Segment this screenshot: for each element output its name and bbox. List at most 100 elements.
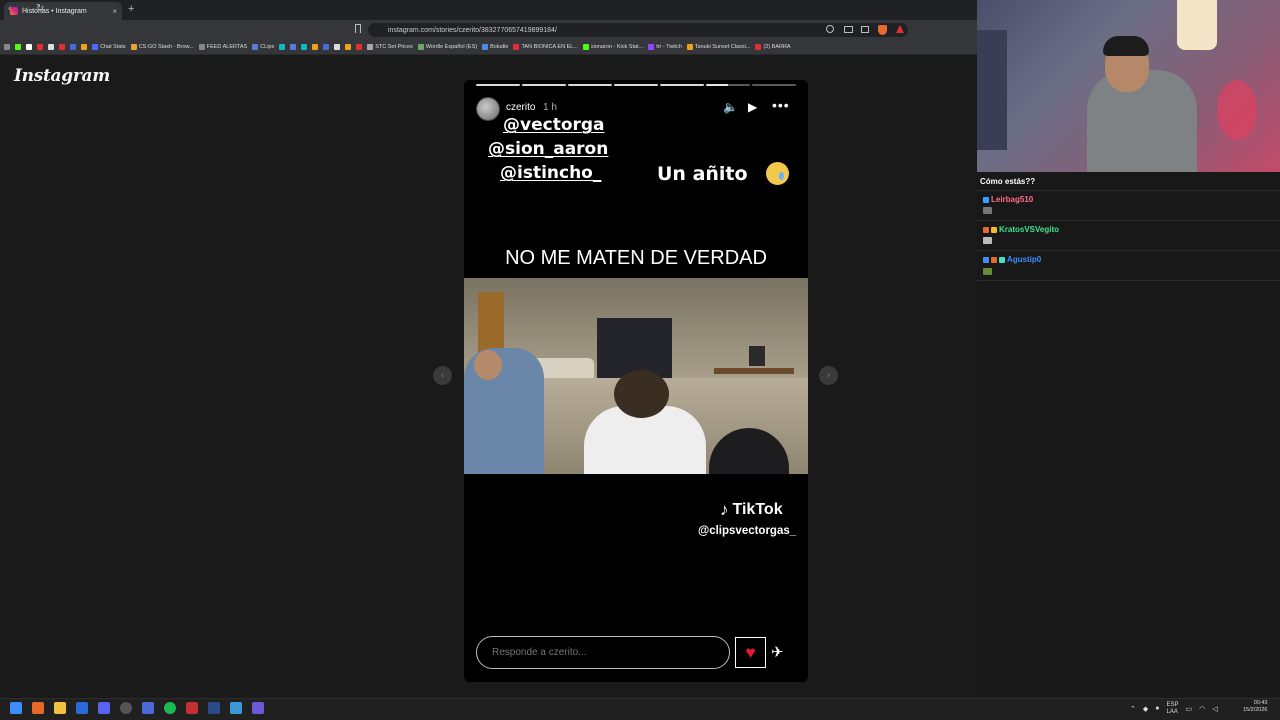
- previous-story-button[interactable]: ‹: [433, 366, 452, 385]
- story-video[interactable]: [464, 278, 808, 474]
- bookmark-icon-13[interactable]: [345, 44, 352, 50]
- app-taskbar-icon[interactable]: [142, 702, 154, 714]
- bookmark-icon-9[interactable]: [301, 44, 308, 50]
- back-icon[interactable]: ‹: [8, 3, 11, 14]
- more-options-icon[interactable]: •••: [772, 97, 790, 113]
- webcam-red-light: [1217, 80, 1257, 140]
- bookmark-tanuki-sunset[interactable]: Tanuki Sunset Classi...: [686, 44, 750, 50]
- send-icon[interactable]: ✈: [771, 643, 784, 661]
- bookmark-icon-5[interactable]: [70, 44, 76, 50]
- chat-emote: [983, 207, 992, 214]
- bookmark-icon-6[interactable]: [81, 44, 87, 50]
- volume-icon[interactable]: ◁: [1212, 705, 1217, 713]
- page-scrollbar[interactable]: [0, 690, 1280, 698]
- bookmark-icon-11[interactable]: [323, 44, 330, 50]
- mention-tag[interactable]: @vectorga: [503, 115, 605, 135]
- bookmark-csgo-stash[interactable]: CS:GO Stash - Brow...: [130, 44, 194, 50]
- display-icon[interactable]: ▭: [1186, 705, 1193, 713]
- like-button[interactable]: ♥: [735, 637, 766, 668]
- video-desk: [714, 368, 794, 374]
- badge-icon: [999, 256, 1005, 263]
- obs-taskbar-icon[interactable]: [120, 702, 132, 714]
- bookmark-icon-1[interactable]: [26, 44, 32, 50]
- tiktok-icon: ♪: [720, 500, 729, 519]
- bookmark-icon-14[interactable]: [356, 44, 363, 50]
- badge-icon: [983, 226, 989, 233]
- tab-title: Historias • Instagram: [22, 7, 87, 15]
- mic-icon[interactable]: ●: [1155, 705, 1159, 712]
- bookmark-icon-kick[interactable]: [15, 44, 21, 50]
- chevron-up-icon[interactable]: ⌃: [1130, 705, 1136, 713]
- brave-taskbar-icon[interactable]: [32, 702, 44, 714]
- story-caption: Un añito: [657, 163, 748, 185]
- app4-taskbar-icon[interactable]: [230, 702, 242, 714]
- story-headline: NO ME MATEN DE VERDAD: [505, 247, 767, 269]
- chat-divider: [977, 280, 1280, 281]
- start-icon[interactable]: [10, 702, 22, 714]
- chat-emote: [983, 268, 992, 275]
- story-progress-bar: [476, 84, 796, 86]
- chat-user: Agustip0: [1007, 255, 1042, 264]
- bookmark-trr-twitch[interactable]: trr - Twitch: [648, 44, 682, 50]
- bookmark-sionaron-kick[interactable]: sionaron - Kick Stat...: [582, 44, 643, 50]
- instagram-logo[interactable]: Instagram: [14, 66, 110, 86]
- reply-input[interactable]: [476, 636, 730, 669]
- bookmark-icon-7[interactable]: [279, 44, 286, 50]
- cast-icon[interactable]: [844, 26, 853, 33]
- forward-icon[interactable]: ›: [22, 3, 25, 14]
- apps-icon[interactable]: [4, 44, 10, 50]
- bookmark-feed-alertas[interactable]: FEED ALERTAS: [198, 44, 247, 50]
- discord-taskbar-icon[interactable]: [98, 702, 110, 714]
- progress-segment: [476, 84, 520, 86]
- bookmark-icon[interactable]: [355, 24, 361, 33]
- progress-segment: [706, 84, 750, 86]
- bookmark-icon-3[interactable]: [48, 44, 54, 50]
- reload-icon[interactable]: ↻: [36, 3, 44, 14]
- badge-icon: [983, 256, 989, 263]
- bookmark-icon-12[interactable]: [334, 44, 341, 50]
- new-tab-icon[interactable]: +: [128, 3, 134, 15]
- bookmark-icon-8[interactable]: [290, 44, 297, 50]
- explorer-taskbar-icon[interactable]: [54, 702, 66, 714]
- play-icon[interactable]: ▶: [748, 100, 757, 114]
- wifi-icon[interactable]: ◠: [1199, 705, 1205, 713]
- chat-user: Leirbag510: [991, 195, 1034, 204]
- network-icon[interactable]: ◆: [1143, 705, 1148, 713]
- next-story-button[interactable]: ›: [819, 366, 838, 385]
- headset-icon: [1103, 36, 1149, 56]
- bookmark-clips[interactable]: CLips: [252, 44, 274, 50]
- share-icon[interactable]: [861, 26, 869, 33]
- bookmark-stc-set-prices[interactable]: STC Set Prices: [367, 44, 413, 50]
- mute-icon[interactable]: 🔈: [723, 100, 738, 114]
- language-indicator[interactable]: ESP LAA: [1167, 702, 1179, 715]
- bookmark-icon-4[interactable]: [59, 44, 65, 50]
- url-text: instagram.com/stories/czerito/3832770657…: [388, 26, 557, 34]
- avatar[interactable]: [476, 97, 500, 121]
- bookmark-boludle[interactable]: Boludle: [482, 44, 508, 50]
- steam-taskbar-icon[interactable]: [76, 702, 88, 714]
- brave-shield-icon[interactable]: [878, 25, 887, 35]
- bookmark-chat-stats[interactable]: Chat Stats: [92, 44, 126, 50]
- badge-icon: [991, 256, 997, 263]
- app2-taskbar-icon[interactable]: [186, 702, 198, 714]
- app3-taskbar-icon[interactable]: [208, 702, 220, 714]
- close-tab-icon[interactable]: ×: [112, 7, 117, 16]
- bookmark-icon-2[interactable]: [37, 44, 43, 50]
- taskbar-clock[interactable]: 00:43 15/2/2026: [1243, 700, 1267, 714]
- app5-taskbar-icon[interactable]: [252, 702, 264, 714]
- mention-tag[interactable]: @istincho_: [500, 163, 601, 183]
- bookmark-wordle[interactable]: Wordle Español (ES): [417, 44, 477, 50]
- chat-divider: [977, 190, 1280, 191]
- mention-tag[interactable]: @sion_aaron: [488, 139, 608, 159]
- badge-icon: [991, 226, 997, 233]
- story-username[interactable]: czerito: [506, 102, 535, 113]
- zoom-icon[interactable]: [826, 25, 834, 33]
- bookmark-barra[interactable]: (2) BARRA: [755, 44, 791, 50]
- bookmark-tan-bionica[interactable]: TAN BIONICA EN EL...: [513, 44, 578, 50]
- rewards-icon[interactable]: [896, 25, 904, 33]
- spotify-taskbar-icon[interactable]: [164, 702, 176, 714]
- video-face-left: [474, 350, 502, 380]
- chat-message: Agustip0: [983, 255, 1041, 264]
- clock-date: 15/2/2026: [1243, 707, 1268, 714]
- bookmark-icon-10[interactable]: [312, 44, 319, 50]
